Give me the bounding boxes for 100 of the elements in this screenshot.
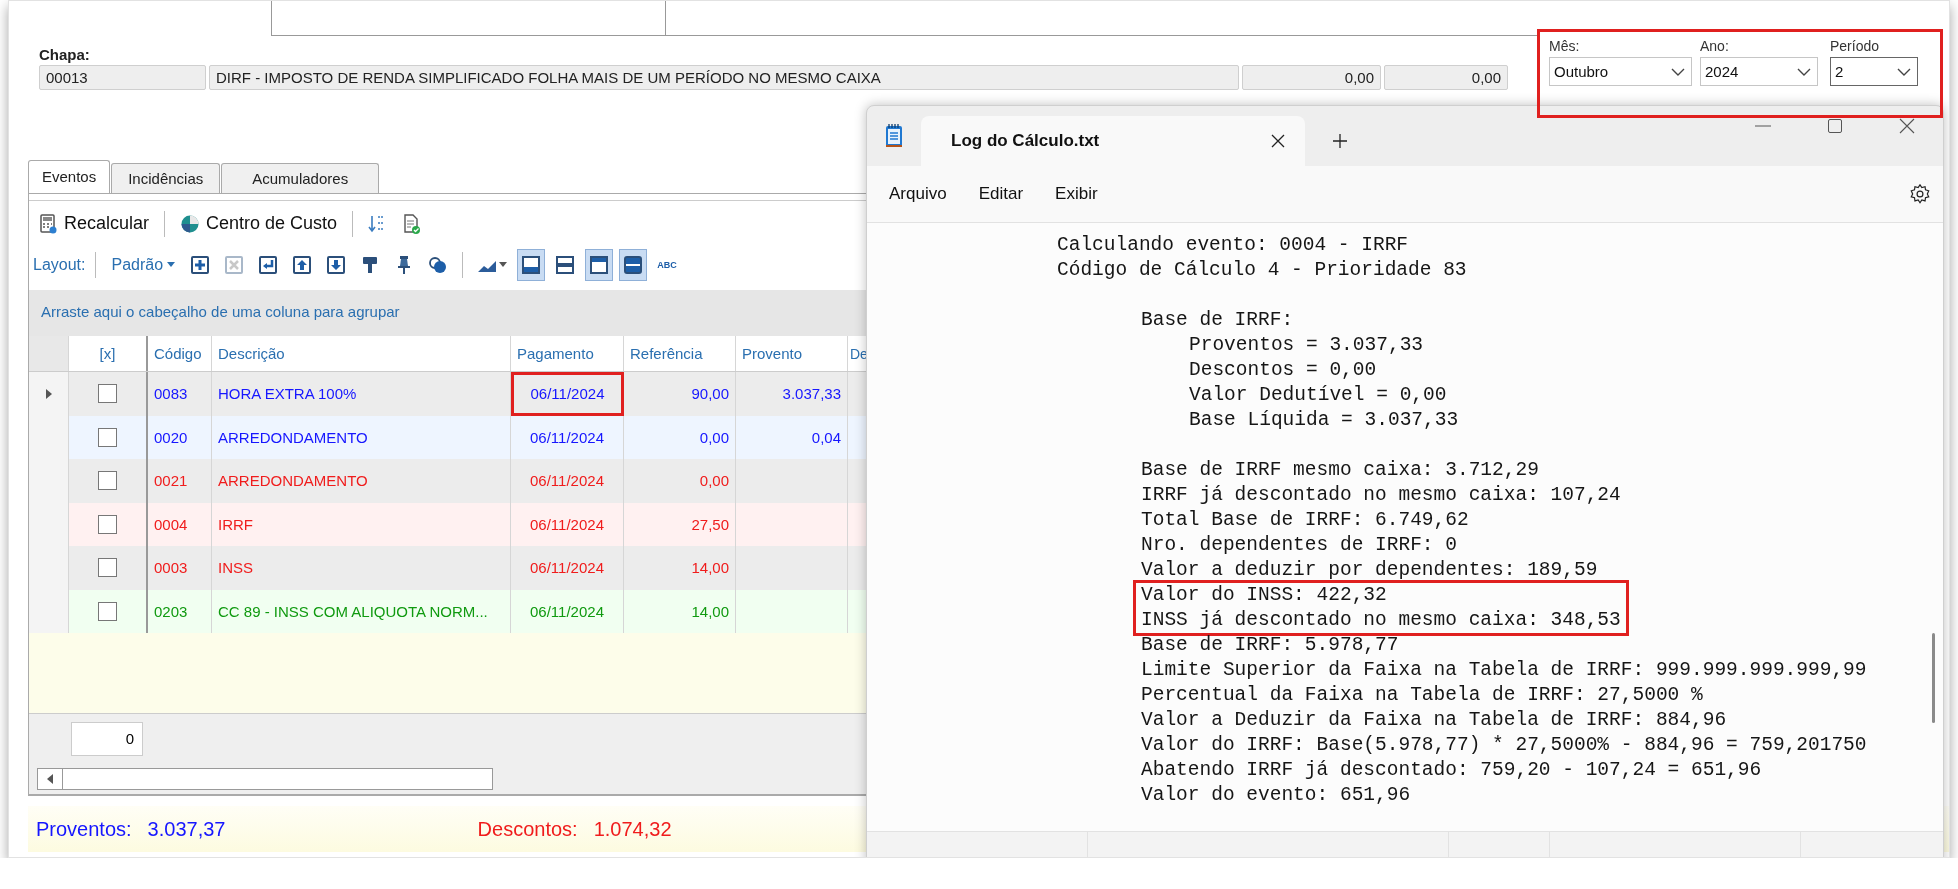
caret-icon [499, 262, 508, 268]
return-box-icon [258, 255, 279, 275]
table-cell: 3.037,33 [782, 385, 841, 403]
table-cell: 0,04 [811, 428, 841, 446]
field-label: Chapa: [39, 46, 90, 63]
scrollbar[interactable] [37, 768, 493, 790]
total-label: Proventos: [36, 817, 132, 841]
group-hint: Arraste aqui o cabeçalho de uma coluna para agrupar [29, 290, 867, 336]
log-line: Valor a deduzir por dependentes: 189,59 [1141, 558, 1598, 583]
panel-middle-icon [555, 255, 576, 275]
x-box-icon [224, 255, 245, 275]
table-cell: 0003 [154, 559, 188, 577]
table-cell: 0,00 [699, 472, 729, 490]
table-cell: 06/11/2024 [511, 459, 624, 503]
log-line: Total Base de IRRF: 6.749,62 [1141, 508, 1469, 533]
menu-item[interactable]: Exibir [1043, 178, 1110, 210]
calculator-icon [38, 213, 58, 234]
table-cell: 27,50 [691, 515, 729, 533]
tab[interactable]: Incidências [111, 163, 221, 193]
checkbox[interactable] [98, 427, 117, 447]
table-row[interactable]: 0004 IRRF 06/11/2024 27,50 [29, 502, 867, 546]
maximize-icon[interactable] [1828, 119, 1842, 133]
table-cell: 0,00 [699, 428, 729, 446]
tool-button[interactable] [619, 249, 648, 281]
tab[interactable]: Eventos [28, 160, 111, 193]
log-line: Proventos = 3.037,33 [1189, 333, 1424, 358]
panel-top-icon [589, 255, 610, 275]
log-line: IRRF já descontado no mesmo caixa: 107,24 [1141, 483, 1621, 508]
log-line: Nro. dependentes de IRRF: 0 [1141, 533, 1457, 558]
toolbar-button[interactable]: Centro de Custo [175, 209, 343, 238]
tab[interactable]: Acumuladores [221, 163, 380, 193]
table-cell: 0020 [154, 428, 188, 446]
log-line: Calculando evento: 0004 - IRRF [1057, 233, 1409, 258]
document-check-icon[interactable] [401, 213, 422, 234]
log-line: Limite Superior da Faixa na Tabela de IRRF: 999.999.999.999,99 [1141, 658, 1867, 683]
menu-item[interactable]: Editar [966, 178, 1036, 210]
spell-check-button[interactable]: ABC [653, 249, 682, 281]
checkbox[interactable] [98, 471, 117, 491]
chevron-down-icon [1897, 66, 1911, 77]
table-cell: IRRF [218, 515, 253, 533]
field-label: Ano: [1700, 38, 1730, 54]
log-line: Base Líquida = 3.037,33 [1189, 408, 1459, 433]
menu-item[interactable]: Arquivo [877, 178, 959, 210]
dropdown[interactable]: 2024 [1700, 57, 1818, 86]
table-cell: 0083 [154, 385, 188, 403]
left-arrow-icon[interactable] [47, 774, 53, 784]
tool-button[interactable] [585, 249, 614, 281]
settings-icon[interactable] [1909, 183, 1931, 205]
log-line: Valor Dedutível = 0,00 [1189, 383, 1447, 408]
column-header[interactable]: Pagamento [511, 336, 624, 371]
close-icon[interactable] [1899, 118, 1915, 134]
table-cell: 0021 [154, 472, 188, 490]
layout-dropdown[interactable]: Padrão [106, 253, 181, 277]
value-field[interactable]: 0,00 [1242, 65, 1381, 90]
log-line: Abatendo IRRF já descontado: 759,20 - 107,24 = 651,96 [1141, 758, 1762, 783]
column-header[interactable]: Código [148, 336, 212, 371]
toolbar-button[interactable]: Recalcular [33, 209, 155, 238]
tool-button[interactable] [517, 249, 546, 281]
log-line: Base de IRRF: [1141, 308, 1294, 333]
table-cell: CC 89 - INSS COM ALIQUOTA NORM... [218, 602, 488, 620]
table-row[interactable]: 0021 ARREDONDAMENTO 06/11/2024 0,00 [29, 459, 867, 503]
table-row[interactable]: 0203 CC 89 - INSS COM ALIQUOTA NORM... 06/11/2024 14,00 [29, 589, 867, 633]
description-field[interactable]: DIRF - IMPOSTO DE RENDA SIMPLIFICADO FOLHA MAIS DE UM PERÍODO NO MESMO CAIXA [209, 65, 1239, 90]
table-row[interactable]: 0083 HORA EXTRA 100% 06/11/2024 90,00 3.037,33 [29, 372, 867, 416]
column-header[interactable]: Referência [624, 336, 736, 371]
value-field[interactable]: 0,00 [1384, 65, 1508, 90]
log-line: Descontos = 0,00 [1189, 358, 1377, 383]
field-label: Período [1830, 38, 1881, 54]
checkbox[interactable] [98, 601, 117, 621]
tab[interactable] [271, 1, 666, 36]
count-field: 0 [71, 722, 143, 756]
table-cell: ARREDONDAMENTO [218, 472, 368, 490]
checkbox[interactable] [98, 384, 117, 404]
dropdown[interactable]: Outubro [1549, 57, 1692, 86]
caret-icon [167, 262, 176, 268]
checkbox[interactable] [98, 558, 117, 578]
total-value: 3.037,37 [147, 817, 227, 841]
total-label: Descontos: [477, 817, 578, 841]
column-header[interactable]: Provento [736, 336, 848, 371]
table-cell: 0004 [154, 515, 188, 533]
dropdown[interactable]: 2 [1830, 57, 1918, 86]
text-area[interactable] [867, 222, 1943, 831]
column-header[interactable]: Descrição [212, 336, 511, 371]
layout-label: Layout: [33, 256, 86, 274]
table-cell: HORA EXTRA 100% [218, 385, 357, 403]
plus-icon[interactable] [1332, 133, 1348, 149]
table-row[interactable]: 0020 ARREDONDAMENTO 06/11/2024 0,00 0,04 [29, 415, 867, 459]
document-tab[interactable]: Log do Cálculo.txt [921, 116, 1305, 166]
code-field[interactable]: 00013 [39, 65, 206, 90]
log-line: Percentual da Faixa na Tabela de IRRF: 27,5000 % [1141, 683, 1703, 708]
scrollbar[interactable] [1932, 633, 1935, 723]
checkbox[interactable] [98, 514, 117, 534]
close-icon[interactable] [1271, 134, 1285, 148]
table-cell: 14,00 [691, 602, 729, 620]
notepad-icon [885, 124, 903, 148]
plus-box-icon [190, 255, 211, 275]
log-line: Base de IRRF: 5.978,77 [1141, 633, 1399, 658]
log-line: Valor do INSS: 422,32 [1141, 583, 1387, 608]
total-value: 1.074,32 [593, 817, 673, 841]
table-row[interactable]: 0003 INSS 06/11/2024 14,00 [29, 546, 867, 590]
